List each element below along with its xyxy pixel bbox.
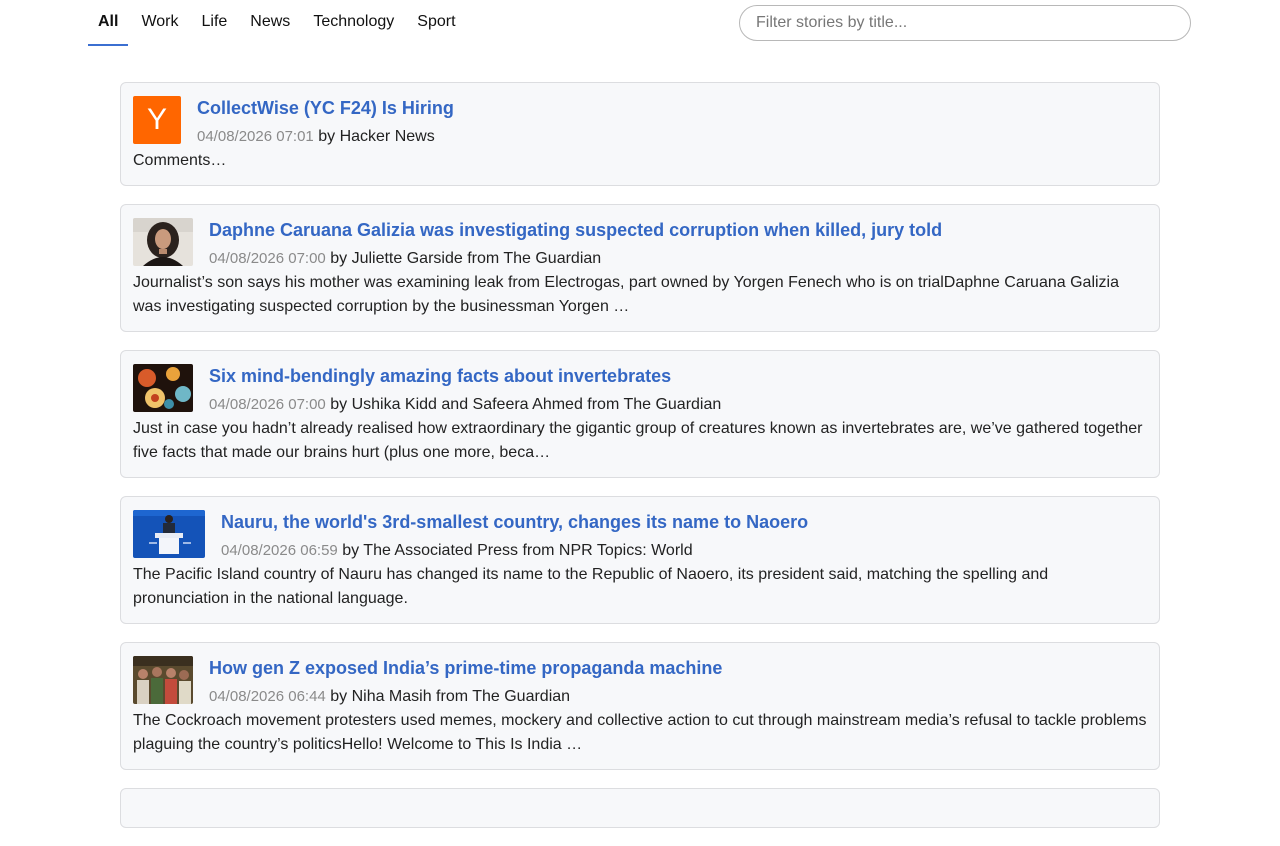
- story-title-link[interactable]: How gen Z exposed India’s prime-time pro…: [133, 656, 1147, 680]
- crowd-photo-icon[interactable]: [133, 656, 193, 704]
- top-bar: All Work Life News Technology Sport: [0, 0, 1280, 60]
- category-tabs: All Work Life News Technology Sport: [88, 0, 469, 46]
- tab-technology[interactable]: Technology: [303, 0, 404, 46]
- story-summary: Just in case you hadn’t already realised…: [133, 420, 1143, 461]
- story-summary: Comments…: [133, 152, 227, 169]
- tab-work[interactable]: Work: [131, 0, 188, 46]
- story-byline: by Ushika Kidd and Safeera Ahmed from Th…: [330, 396, 722, 413]
- tab-sport[interactable]: Sport: [407, 0, 465, 46]
- story-meta: 04/08/2026 07:00 by Juliette Garside fro…: [133, 247, 1147, 271]
- story-byline: by Niha Masih from The Guardian: [330, 688, 571, 705]
- story-meta: 04/08/2026 06:44 by Niha Masih from The …: [133, 685, 1147, 709]
- story-card: Y CollectWise (YC F24) Is Hiring 04/08/2…: [120, 82, 1160, 186]
- story-card: Nauru, the world's 3rd-smallest country,…: [120, 496, 1160, 624]
- story-card: [120, 788, 1160, 828]
- story-date: 04/08/2026 06:59: [221, 542, 338, 559]
- story-date: 04/08/2026 07:01: [197, 128, 314, 145]
- story-meta: 04/08/2026 07:01 by Hacker News: [133, 125, 1147, 149]
- story-card: How gen Z exposed India’s prime-time pro…: [120, 642, 1160, 770]
- hacker-news-logo-icon: Y: [133, 96, 181, 144]
- story-title-link[interactable]: CollectWise (YC F24) Is Hiring: [133, 96, 1147, 120]
- story-list: Y CollectWise (YC F24) Is Hiring 04/08/2…: [120, 82, 1160, 846]
- story-date: 04/08/2026 07:00: [209, 396, 326, 413]
- story-meta: 04/08/2026 07:00 by Ushika Kidd and Safe…: [133, 393, 1147, 417]
- story-title-link[interactable]: Nauru, the world's 3rd-smallest country,…: [133, 510, 1147, 534]
- portrait-photo-icon[interactable]: [133, 218, 193, 266]
- filter-input[interactable]: [739, 5, 1191, 41]
- tab-all[interactable]: All: [88, 0, 129, 46]
- podium-photo-icon[interactable]: [133, 510, 205, 558]
- tab-news[interactable]: News: [240, 0, 300, 46]
- story-summary: The Cockroach movement protesters used m…: [133, 712, 1147, 753]
- story-summary: Journalist’s son says his mother was exa…: [133, 274, 1119, 315]
- story-title-link[interactable]: Daphne Caruana Galizia was investigating…: [133, 218, 1147, 242]
- story-date: 04/08/2026 06:44: [209, 688, 326, 705]
- tab-life[interactable]: Life: [192, 0, 238, 46]
- logo-letter: Y: [146, 103, 167, 136]
- story-byline: by Juliette Garside from The Guardian: [330, 250, 602, 267]
- jellyfish-photo-icon[interactable]: [133, 364, 193, 412]
- story-byline: by The Associated Press from NPR Topics:…: [342, 542, 693, 559]
- story-meta: 04/08/2026 06:59 by The Associated Press…: [133, 539, 1147, 563]
- story-title-link[interactable]: Six mind-bendingly amazing facts about i…: [133, 364, 1147, 388]
- story-card: Six mind-bendingly amazing facts about i…: [120, 350, 1160, 478]
- story-byline: by Hacker News: [318, 128, 435, 145]
- story-date: 04/08/2026 07:00: [209, 250, 326, 267]
- story-card: Daphne Caruana Galizia was investigating…: [120, 204, 1160, 332]
- story-summary: The Pacific Island country of Nauru has …: [133, 566, 1049, 607]
